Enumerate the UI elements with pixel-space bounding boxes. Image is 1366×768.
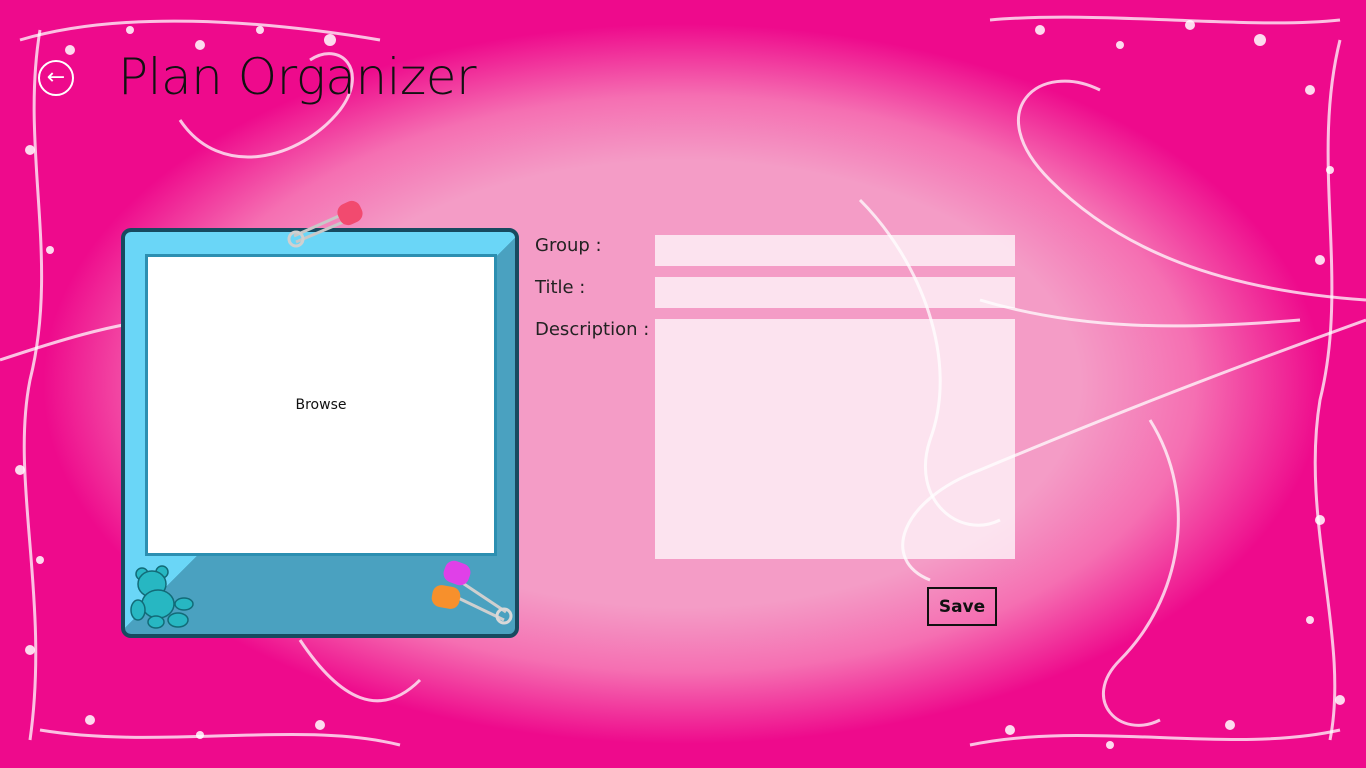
group-input[interactable] — [655, 235, 1015, 266]
safety-pin-top-icon — [287, 200, 363, 248]
title-input[interactable] — [655, 277, 1015, 308]
back-button[interactable]: ← — [38, 60, 74, 96]
image-placeholder[interactable]: Browse — [145, 254, 497, 556]
description-label: Description : — [535, 319, 650, 340]
teddy-bear-icon — [130, 565, 194, 629]
back-arrow-icon: ← — [46, 65, 66, 90]
title-label: Title : — [535, 277, 586, 298]
safety-pin-bottom-icon — [431, 560, 513, 625]
description-textarea[interactable] — [655, 319, 1015, 559]
browse-button[interactable]: Browse — [290, 396, 353, 414]
group-label: Group : — [535, 235, 602, 256]
page-title: Plan Organizer — [118, 48, 477, 106]
save-button[interactable]: Save — [927, 587, 997, 626]
